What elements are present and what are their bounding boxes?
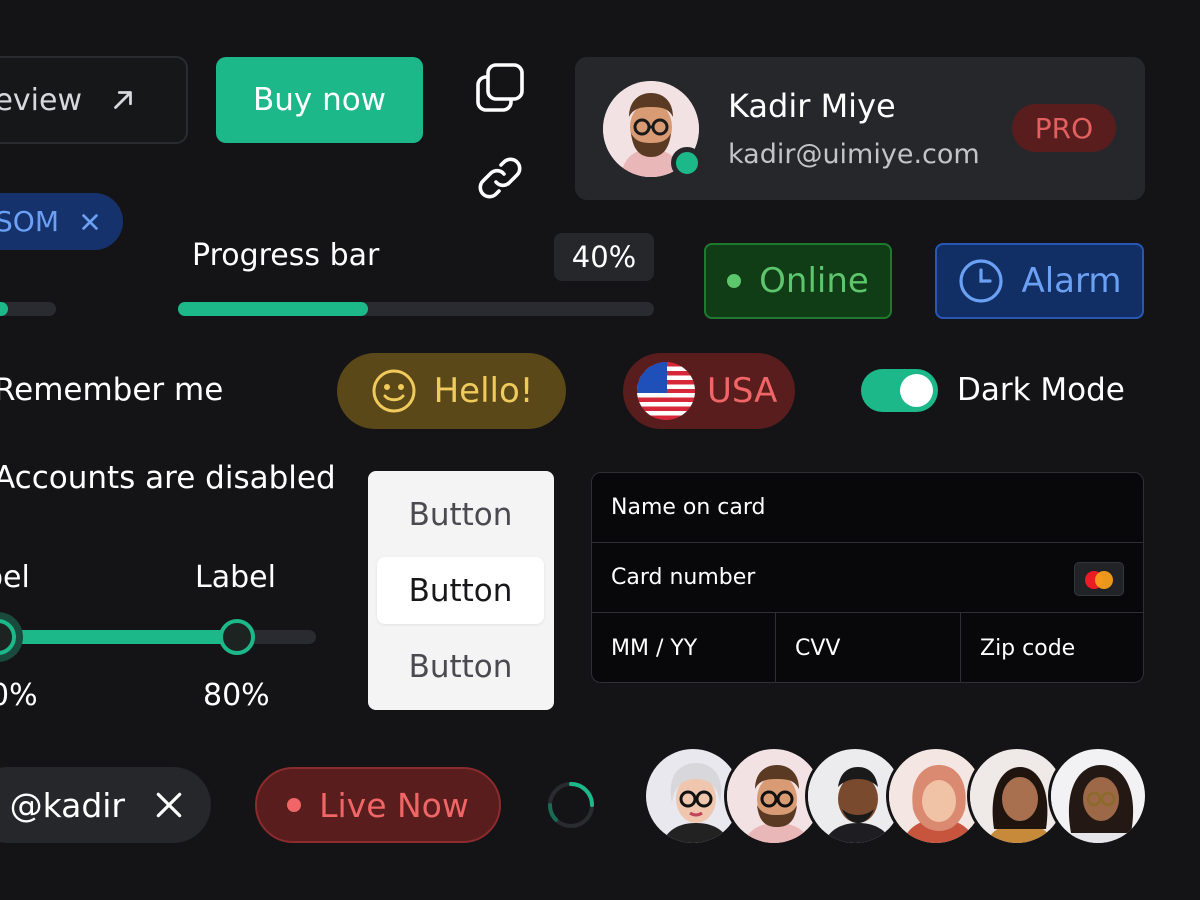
zip-code-placeholder: Zip code (980, 636, 1076, 661)
avatar-group (643, 746, 1148, 846)
cvv-placeholder: CVV (795, 636, 841, 661)
toggle-knob (900, 374, 933, 407)
segment-button-3[interactable]: Button (377, 633, 544, 700)
buy-now-label: Buy now (252, 82, 387, 118)
profile-email: kadir@uimiye.com (728, 139, 980, 170)
dark-mode-toggle[interactable] (861, 369, 938, 412)
live-dot (287, 798, 302, 812)
smile-icon (372, 369, 416, 413)
clock-icon (959, 259, 1004, 303)
progress-value: 40% (554, 233, 654, 281)
som-tag[interactable]: SOM (0, 193, 123, 250)
alarm-badge[interactable]: Alarm (935, 243, 1144, 319)
live-now-chip[interactable]: Live Now (255, 767, 501, 843)
user-tag-label: @kadir (9, 785, 125, 825)
close-icon[interactable] (79, 211, 101, 233)
pro-badge: PRO (1012, 104, 1116, 152)
progress-fill (178, 302, 369, 316)
name-on-card-field[interactable]: Name on card (592, 473, 1143, 543)
progress-label: Progress bar (192, 238, 380, 273)
online-label: Online (759, 261, 869, 301)
live-now-label: Live Now (319, 785, 469, 825)
range-fill (0, 630, 237, 644)
card-number-placeholder: Card number (611, 565, 756, 590)
us-flag-icon (637, 362, 695, 420)
name-on-card-placeholder: Name on card (611, 495, 766, 520)
online-status-dot (671, 147, 703, 179)
profile-card[interactable]: Kadir Miye kadir@uimiye.com PRO (575, 57, 1145, 200)
zip-code-field[interactable]: Zip code (961, 613, 1143, 682)
copy-icon[interactable] (472, 60, 528, 116)
card-form: Name on card Card number MM / YY CVV Zip… (591, 472, 1144, 683)
segment-button-2[interactable]: Button (377, 557, 544, 624)
user-tag-chip[interactable]: @kadir (0, 767, 211, 843)
som-tag-label: SOM (0, 205, 59, 238)
avatar[interactable] (1048, 746, 1148, 846)
dark-mode-label: Dark Mode (957, 372, 1125, 408)
progress-track (178, 302, 654, 316)
remember-me-label[interactable]: Remember me (0, 372, 223, 408)
online-dot (727, 274, 742, 288)
range-label-left: bel (0, 560, 30, 595)
card-number-field[interactable]: Card number (592, 543, 1143, 613)
usa-chip[interactable]: USA (623, 353, 795, 429)
progress-track-partial (0, 302, 56, 316)
segment-button-1[interactable]: Button (377, 481, 544, 548)
range-value-left: 0% (0, 678, 38, 713)
range-value-right: 80% (203, 678, 270, 713)
hello-chip[interactable]: Hello! (337, 353, 566, 429)
close-icon[interactable] (153, 789, 185, 821)
preview-button[interactable]: eview (0, 56, 188, 144)
expiry-placeholder: MM / YY (611, 636, 698, 661)
preview-button-label: eview (0, 82, 82, 118)
alarm-label: Alarm (1021, 261, 1122, 301)
buy-now-button[interactable]: Buy now (216, 57, 423, 143)
range-label-right: Label (195, 560, 276, 595)
cvv-field[interactable]: CVV (776, 613, 961, 682)
loading-spinner-icon (547, 782, 594, 828)
mastercard-icon (1074, 562, 1124, 596)
link-icon[interactable] (472, 150, 528, 206)
expiry-field[interactable]: MM / YY (592, 613, 776, 682)
segmented-button-group: Button Button Button (368, 471, 554, 710)
hello-label: Hello! (433, 371, 534, 411)
accounts-disabled-label: Accounts are disabled (0, 460, 336, 496)
range-handle-high[interactable] (219, 619, 255, 655)
progress-fill-partial (0, 302, 8, 316)
profile-name: Kadir Miye (728, 87, 896, 125)
online-badge: Online (704, 243, 892, 319)
usa-label: USA (707, 371, 778, 411)
arrow-up-right-icon (114, 91, 132, 109)
